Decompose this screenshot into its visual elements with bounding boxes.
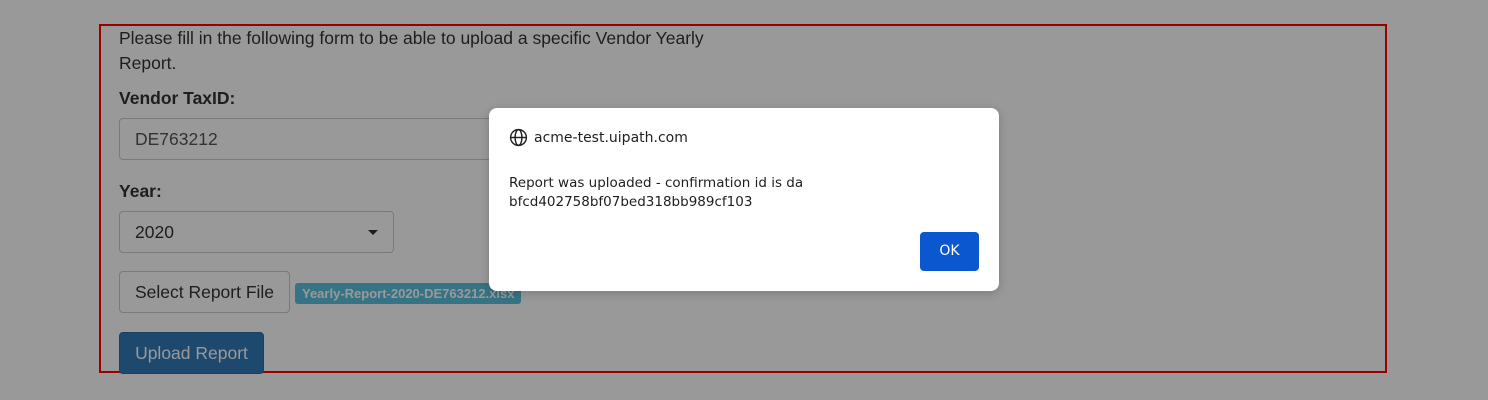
- dialog-message: Report was uploaded - confirmation id is…: [509, 175, 804, 210]
- dialog-origin: acme-test.uipath.com: [534, 129, 688, 146]
- ok-button[interactable]: OK: [920, 232, 979, 271]
- dialog-header: acme-test.uipath.com: [509, 128, 688, 147]
- alert-dialog: acme-test.uipath.com Report was uploaded…: [489, 108, 999, 291]
- globe-icon: [509, 128, 528, 147]
- page: Please fill in the following form to be …: [0, 0, 1488, 400]
